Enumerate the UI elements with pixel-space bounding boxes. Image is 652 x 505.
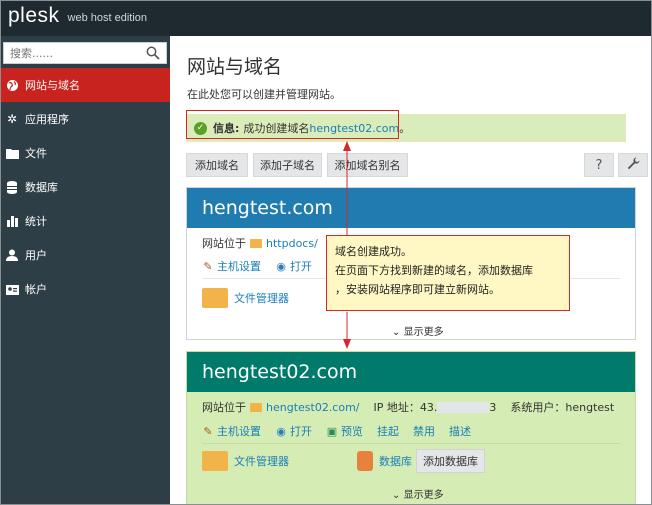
sidebar-item-label: 帐户 — [25, 283, 47, 296]
sidebar-item-label: 应用程序 — [25, 113, 69, 126]
sidebar-item-account[interactable]: 帐户 — [0, 272, 170, 306]
file-manager-row[interactable]: 文件管理器 — [202, 451, 289, 471]
file-manager-folder-icon — [202, 451, 228, 471]
preview-icon: ▣ — [326, 424, 338, 438]
domain-name[interactable]: hengtest02.com — [187, 352, 635, 392]
gear-icon: ✲ — [6, 112, 18, 126]
add-domain-alias-button[interactable]: 添加域名别名 — [327, 153, 408, 177]
file-manager-row[interactable]: 文件管理器 — [202, 288, 289, 308]
annotation-callout: 域名创建成功。 在页面下方找到新建的域名，添加数据库 ，安装网站程序即可建立新网… — [326, 235, 570, 311]
show-more-toggle[interactable]: ⌄ 显示更多 — [392, 323, 444, 338]
account-card-icon — [5, 282, 19, 296]
domain-actions: ✎ 主机设置 ◉ 打开 — [202, 258, 326, 274]
search-input[interactable] — [10, 46, 140, 60]
sidebar-item-label: 网站与域名 — [25, 79, 80, 92]
ip-redacted — [437, 401, 490, 413]
sidebar-item-users[interactable]: 用户 — [0, 238, 170, 272]
action-label: 禁用 — [413, 425, 435, 438]
show-more-label: 显示更多 — [403, 327, 444, 338]
message-suffix: 。 — [399, 122, 411, 135]
domain-name[interactable]: hengtest.com — [187, 188, 635, 228]
ip-address-label: IP 地址：43. — [373, 401, 438, 414]
globe-icon — [5, 78, 19, 92]
action-label: 描述 — [449, 425, 471, 438]
wrench-icon — [627, 157, 640, 174]
callout-line-1: 域名创建成功。 — [335, 245, 412, 258]
tools-button[interactable] — [618, 153, 648, 177]
file-manager-folder-icon — [202, 288, 228, 308]
help-button[interactable]: ? — [584, 153, 614, 177]
edition-label: web host edition — [67, 12, 148, 24]
add-database-button[interactable]: 添加数据库 — [416, 449, 485, 473]
httpdocs-link[interactable]: httpdocs/ — [266, 237, 318, 250]
add-domain-button[interactable]: 添加域名 — [186, 153, 248, 177]
plesk-logo[interactable]: plesk — [8, 4, 60, 28]
chevron-down-icon: ⌄ — [392, 327, 401, 338]
sidebar-item-statistics[interactable]: 统计 — [0, 204, 170, 238]
open-site-link[interactable]: ◉ 打开 — [275, 258, 312, 274]
add-subdomain-button[interactable]: 添加子域名 — [253, 153, 322, 177]
folder-icon — [5, 146, 19, 160]
sidebar-item-label: 文件 — [25, 147, 47, 160]
search-icon[interactable] — [146, 46, 160, 60]
file-manager-link[interactable]: 文件管理器 — [234, 453, 289, 469]
action-label: 挂起 — [377, 425, 399, 438]
ip-address-tail: 3 — [489, 400, 497, 414]
show-more-label: 显示更多 — [403, 490, 444, 501]
site-location-row: 网站位于 hengtest02.com/ IP 地址：43. 3 系统用户：he… — [202, 399, 614, 415]
user-icon — [5, 248, 19, 262]
sidebar-item-applications[interactable]: ✲ 应用程序 — [0, 102, 170, 136]
description-link[interactable]: 描述 — [449, 423, 471, 439]
hosting-settings-link[interactable]: ✎ 主机设置 — [202, 423, 261, 439]
disable-link[interactable]: 禁用 — [413, 423, 435, 439]
divider — [202, 443, 620, 444]
action-label: 预览 — [341, 425, 363, 438]
callout-line-3: ，安装网站程序即可建立新网站。 — [335, 283, 500, 296]
domain-actions: ✎ 主机设置 ◉ 打开 ▣ 预览 挂起 禁用 描述 — [202, 423, 485, 439]
sidebar-item-label: 用户 — [25, 249, 47, 262]
page-title: 网站与域名 — [187, 56, 283, 78]
action-label: 打开 — [290, 425, 312, 438]
tools-icon: ✎ — [203, 424, 213, 438]
sidebar-item-databases[interactable]: 数据库 — [0, 170, 170, 204]
site-folder-link[interactable]: hengtest02.com/ — [266, 401, 360, 414]
sidebar-item-websites-domains[interactable]: 网站与域名 — [0, 68, 170, 102]
top-bar: plesk web host edition — [0, 0, 652, 36]
sidebar-item-files[interactable]: 文件 — [0, 136, 170, 170]
callout-line-2: 在页面下方找到新建的域名，添加数据库 — [335, 264, 533, 277]
open-globe-icon: ◉ — [276, 424, 286, 438]
folder-icon — [250, 402, 262, 412]
database-icon — [357, 451, 373, 471]
bar-chart-icon — [5, 214, 19, 228]
system-user-label: 系统用户：hengtest — [510, 401, 615, 414]
sidebar: 网站与域名 ✲ 应用程序 文件 数据库 统计 用户 帐户 — [0, 36, 170, 505]
toolbar: 添加域名 添加子域名 添加域名别名 ? — [186, 153, 648, 177]
open-globe-icon: ◉ — [276, 259, 286, 273]
folder-icon — [250, 238, 262, 248]
site-at-label: 网站位于 — [202, 237, 246, 250]
sidebar-item-label: 数据库 — [25, 181, 58, 194]
databases-link[interactable]: 数据库 — [379, 453, 412, 469]
show-more-toggle[interactable]: ⌄ 显示更多 — [392, 486, 444, 501]
preview-link[interactable]: ▣ 预览 — [326, 423, 363, 439]
action-label: 主机设置 — [217, 425, 261, 438]
database-row: 数据库 添加数据库 — [357, 449, 485, 473]
site-location-row: 网站位于 httpdocs/ — [202, 235, 318, 251]
search-box — [3, 42, 167, 64]
action-label: 主机设置 — [217, 260, 261, 273]
site-at-label: 网站位于 — [202, 401, 246, 414]
tools-icon: ✎ — [203, 259, 213, 273]
action-label: 打开 — [290, 260, 312, 273]
domain-card-hengtest02: hengtest02.com 网站位于 hengtest02.com/ IP 地… — [186, 351, 636, 505]
hosting-settings-link[interactable]: ✎ 主机设置 — [202, 258, 261, 274]
database-icon — [5, 180, 19, 194]
suspend-link[interactable]: 挂起 — [377, 423, 399, 439]
chevron-down-icon: ⌄ — [392, 490, 401, 501]
page-subtitle: 在此处您可以创建并管理网站。 — [187, 88, 341, 101]
annotation-highlight — [186, 110, 399, 139]
open-site-link[interactable]: ◉ 打开 — [275, 423, 312, 439]
sidebar-item-label: 统计 — [25, 215, 47, 228]
file-manager-link[interactable]: 文件管理器 — [234, 290, 289, 306]
